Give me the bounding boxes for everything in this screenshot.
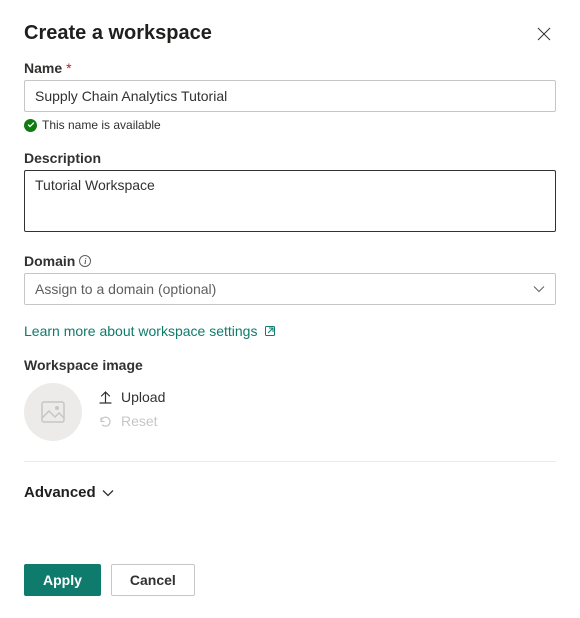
image-icon: [39, 398, 67, 426]
domain-placeholder: Assign to a domain (optional): [35, 281, 216, 297]
description-section: Description Tutorial Workspace: [24, 150, 556, 235]
name-label-text: Name: [24, 60, 62, 76]
upload-label: Upload: [121, 389, 165, 405]
domain-label-text: Domain: [24, 253, 75, 269]
description-input[interactable]: Tutorial Workspace: [24, 170, 556, 232]
domain-dropdown[interactable]: Assign to a domain (optional): [24, 273, 556, 305]
advanced-label: Advanced: [24, 484, 96, 501]
upload-button[interactable]: Upload: [98, 389, 165, 405]
divider: [24, 461, 556, 462]
close-button[interactable]: [532, 22, 556, 46]
learn-more-text: Learn more about workspace settings: [24, 323, 257, 339]
reset-icon: [98, 414, 113, 429]
apply-button[interactable]: Apply: [24, 564, 101, 596]
name-label: Name *: [24, 60, 556, 76]
name-availability: This name is available: [24, 118, 556, 132]
workspace-image-section: Workspace image Upload Reset: [24, 357, 556, 441]
availability-text: This name is available: [42, 118, 161, 132]
name-input[interactable]: [24, 80, 556, 112]
chevron-down-icon: [102, 489, 114, 497]
info-icon[interactable]: i: [79, 255, 91, 267]
required-indicator: *: [66, 60, 71, 76]
domain-label: Domain i: [24, 253, 556, 269]
check-icon: [24, 119, 37, 132]
workspace-image-placeholder: [24, 383, 82, 441]
domain-section: Domain i Assign to a domain (optional): [24, 253, 556, 305]
reset-button: Reset: [98, 413, 165, 429]
advanced-toggle[interactable]: Advanced: [24, 484, 114, 501]
external-link-icon: [263, 324, 277, 338]
name-section: Name * This name is available: [24, 60, 556, 132]
cancel-button[interactable]: Cancel: [111, 564, 195, 596]
reset-label: Reset: [121, 413, 158, 429]
description-label: Description: [24, 150, 556, 166]
learn-more-link[interactable]: Learn more about workspace settings: [24, 323, 277, 339]
close-icon: [537, 27, 551, 41]
dialog-title: Create a workspace: [24, 22, 212, 45]
workspace-image-label: Workspace image: [24, 357, 556, 373]
dialog-footer: Apply Cancel: [24, 564, 195, 596]
chevron-down-icon: [533, 285, 545, 293]
upload-icon: [98, 390, 113, 405]
